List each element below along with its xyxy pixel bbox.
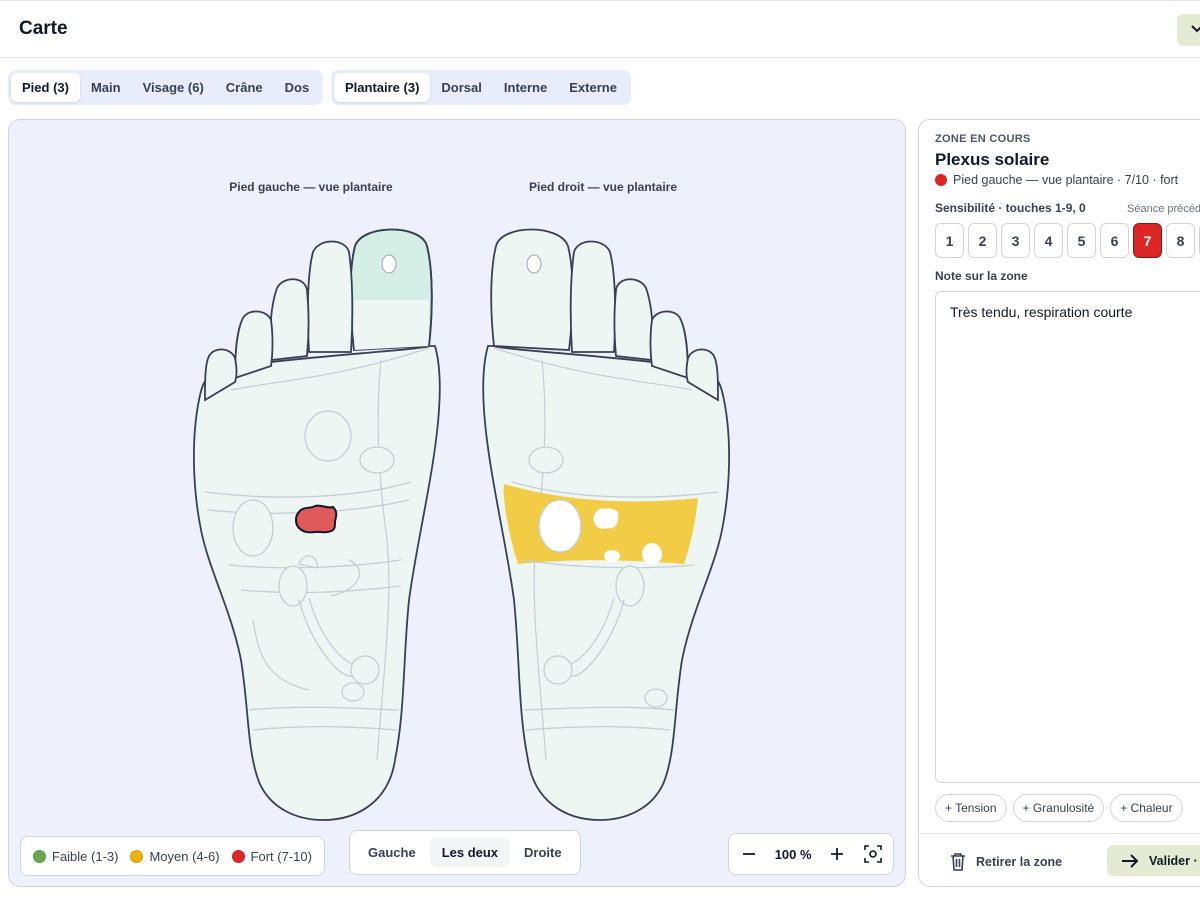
tab-interne[interactable]: Interne: [493, 73, 558, 102]
right-foot: [482, 228, 730, 821]
validate-button[interactable]: Valider ·: [1107, 845, 1200, 876]
remove-zone-button[interactable]: Retirer la zone: [949, 852, 1062, 871]
tag-tension-button[interactable]: + Tension: [935, 794, 1007, 822]
side-droite-button[interactable]: Droite: [512, 838, 574, 867]
zoom-in-button[interactable]: [827, 844, 847, 864]
panel-kicker: ZONE EN COURS: [935, 133, 1031, 145]
sensitivity-7-button[interactable]: 7: [1133, 223, 1162, 258]
quick-tags: + Tension + Granulosité + Chaleur: [935, 794, 1183, 822]
legend-label: Moyen (4-6): [149, 848, 220, 864]
left-toe-2[interactable]: [306, 240, 354, 353]
side-gauche-button[interactable]: Gauche: [356, 838, 428, 867]
note-label: Note sur la zone: [935, 269, 1028, 283]
zoom-control: 100 %: [728, 833, 894, 875]
tab-crane[interactable]: Crâne: [215, 73, 274, 102]
fit-view-button[interactable]: [863, 844, 883, 864]
legend-item-moyen: Moyen (4-6): [130, 848, 220, 864]
right-foot-sole[interactable]: [482, 345, 730, 821]
previous-session-link[interactable]: Séance précédente: [1127, 203, 1200, 215]
sensitivity-3-button[interactable]: 3: [1001, 223, 1030, 258]
sensitivity-8-button[interactable]: 8: [1166, 223, 1195, 258]
tab-dorsal[interactable]: Dorsal: [430, 73, 492, 102]
tab-externe[interactable]: Externe: [558, 73, 628, 102]
app-header: Carte: [0, 0, 1200, 58]
sensitivity-2-button[interactable]: 2: [968, 223, 997, 258]
green-dot-icon: [33, 849, 46, 863]
zone-meta: Pied gauche — vue plantaire · 7/10 · for…: [935, 173, 1178, 187]
tag-granulosite-button[interactable]: + Granulosité: [1012, 794, 1105, 822]
minus-icon: [743, 853, 755, 855]
legend-item-faible: Faible (1-3): [33, 849, 118, 864]
reflexology-map: Pied gauche — vue plantaire Pied droit —…: [8, 119, 906, 887]
zoom-out-button[interactable]: [739, 844, 759, 864]
focus-frame-icon: [864, 845, 882, 863]
tab-plantaire[interactable]: Plantaire (3): [334, 73, 431, 102]
sensitivity-5-button[interactable]: 5: [1067, 223, 1096, 258]
trash-icon: [951, 853, 965, 871]
tab-visage[interactable]: Visage (6): [132, 73, 215, 102]
sensitivity-4-button[interactable]: 4: [1034, 223, 1063, 258]
tag-chaleur-button[interactable]: + Chaleur: [1110, 794, 1183, 822]
sensitivity-6-button[interactable]: 6: [1100, 223, 1129, 258]
panel-footer: Retirer la zone Valider ·: [919, 833, 1200, 886]
left-plexus-solaire-zone[interactable]: [295, 504, 338, 534]
body-part-tabs: Pied (3) Main Visage (6) Crâne Dos: [8, 70, 324, 105]
fort-dot-icon: [935, 174, 947, 186]
view-tabs: Plantaire (3) Dorsal Interne Externe: [331, 70, 631, 105]
zone-note-textarea[interactable]: Très tendu, respiration courte: [935, 291, 1200, 783]
tab-main[interactable]: Main: [80, 73, 132, 102]
severity-legend: Faible (1-3) Moyen (4-6) Fort (7-10): [20, 836, 325, 876]
tab-dos[interactable]: Dos: [274, 73, 321, 102]
feet-diagram: [193, 228, 730, 821]
red-dot-icon: [231, 849, 245, 863]
legend-label: Faible (1-3): [52, 848, 119, 864]
header-menu-button[interactable]: [1177, 14, 1200, 46]
zoom-value: 100 %: [774, 846, 812, 862]
remove-zone-label: Retirer la zone: [976, 854, 1063, 869]
sensitivity-1-button[interactable]: 1: [935, 223, 964, 258]
side-toggle: Gauche Les deux Droite: [349, 830, 581, 875]
validate-label: Valider ·: [1149, 853, 1198, 868]
left-foot: [193, 228, 441, 821]
yellow-dot-icon: [130, 849, 144, 863]
side-les-deux-button[interactable]: Les deux: [429, 838, 511, 867]
left-toe-4[interactable]: [234, 310, 274, 380]
legend-item-fort: Fort (7-10): [231, 848, 312, 864]
sensitivity-label: Sensibilité · touches 1-9, 0: [935, 201, 1086, 215]
chevron-down-icon: [1191, 25, 1200, 33]
sensitivity-scale: 1 2 3 4 5 6 7 8 9: [935, 223, 1200, 258]
arrow-right-icon: [1122, 853, 1139, 868]
page-title: Carte: [19, 18, 68, 39]
zone-name: Plexus solaire: [935, 150, 1050, 169]
tab-pied[interactable]: Pied (3): [11, 73, 80, 102]
left-toe-3[interactable]: [269, 278, 310, 361]
legend-label: Fort (7-10): [250, 848, 312, 864]
zone-panel: ZONE EN COURS Plexus solaire Pied gauche…: [918, 119, 1200, 887]
plus-icon: [831, 848, 844, 860]
zone-meta-text: Pied gauche — vue plantaire · 7/10 · for…: [953, 173, 1179, 187]
